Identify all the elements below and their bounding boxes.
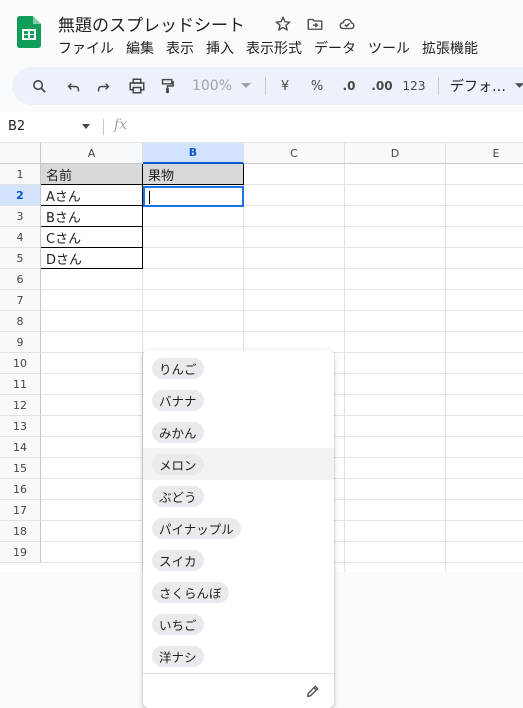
option-chip: スイカ — [152, 550, 204, 571]
row-header-17[interactable]: 17 — [0, 500, 41, 521]
dropdown-option[interactable]: スイカ — [143, 544, 334, 576]
dropdown-option[interactable]: 洋ナシ — [143, 640, 334, 672]
gridline — [41, 310, 523, 311]
text-cursor — [149, 191, 150, 204]
move-folder-icon[interactable] — [304, 13, 326, 35]
row-header-3[interactable]: 3 — [0, 206, 41, 227]
currency-format-button[interactable]: ¥ — [274, 67, 296, 105]
redo-icon[interactable] — [90, 67, 116, 105]
data-validation-dropdown: りんごバナナみかんメロンぶどうパイナップル スイカさくらんぼいちご洋ナシ — [143, 350, 334, 708]
row-header-12[interactable]: 12 — [0, 395, 41, 416]
dropdown-option[interactable]: パイナップル — [143, 512, 334, 544]
cell-a5[interactable]: Dさん — [41, 248, 143, 269]
decrease-decimal-button[interactable]: .0 — [336, 67, 362, 105]
dropdown-option[interactable]: バナナ — [143, 384, 334, 416]
print-icon[interactable] — [124, 67, 150, 105]
gridline — [41, 289, 523, 290]
dropdown-option[interactable]: いちご — [143, 608, 334, 640]
undo-icon[interactable] — [60, 67, 86, 105]
dropdown-option[interactable]: みかん — [143, 416, 334, 448]
cell-a1[interactable]: 名前 — [41, 164, 143, 185]
row-header-2[interactable]: 2 — [0, 185, 41, 206]
option-chip: みかん — [152, 422, 204, 443]
star-icon[interactable] — [272, 13, 294, 35]
menu-edit[interactable]: 編集 — [126, 38, 154, 58]
option-chip: さくらんぼ — [152, 582, 229, 603]
gridline — [344, 164, 345, 572]
menu-insert[interactable]: 挿入 — [206, 38, 234, 58]
column-header-b[interactable]: B — [143, 143, 244, 164]
fx-icon: fx — [114, 117, 128, 133]
menu-format[interactable]: 表示形式 — [246, 38, 302, 58]
percent-format-button[interactable]: % — [306, 67, 328, 105]
toolbar-divider — [265, 77, 266, 95]
row-header-15[interactable]: 15 — [0, 458, 41, 479]
option-chip: ぶどう — [152, 486, 204, 507]
option-chip: バナナ — [152, 390, 204, 411]
toolbar: 100% ¥ % .0 .00 123 デフォ… — [12, 67, 523, 105]
spreadsheet-grid[interactable]: 19 18 17 16 15 14 13 12 11 10 9 8 7 6 5 4 3 2 1 A B C D E 名… — [0, 143, 523, 708]
row-header-13[interactable]: 13 — [0, 416, 41, 437]
menu-file[interactable]: ファイル — [58, 38, 114, 58]
row-header-5[interactable]: 5 — [0, 248, 41, 269]
menu-view[interactable]: 表示 — [166, 38, 194, 58]
title-bar: 無題のスプレッドシート ファイル 編集 表示 挿入 表示形式 データ ツール 拡… — [0, 0, 523, 62]
doc-title[interactable]: 無題のスプレッドシート — [58, 11, 245, 36]
option-chip: メロン — [152, 454, 204, 475]
active-cell-b2[interactable] — [143, 186, 244, 207]
row-header-14[interactable]: 14 — [0, 437, 41, 458]
menu-data[interactable]: データ — [314, 38, 356, 58]
row-header-1[interactable]: 1 — [0, 164, 41, 185]
cloud-status-icon[interactable] — [336, 13, 358, 35]
gridline — [445, 164, 446, 572]
formula-bar-divider — [103, 119, 104, 135]
paint-format-icon[interactable] — [154, 67, 180, 105]
row-header-6[interactable]: 6 — [0, 269, 41, 290]
option-chip: りんご — [152, 358, 204, 379]
zoom-caret-icon[interactable] — [240, 67, 252, 105]
search-menus-icon[interactable] — [26, 67, 52, 105]
cell-a3[interactable]: Bさん — [41, 206, 143, 227]
option-chip: パイナップル — [152, 518, 241, 539]
row-header-18[interactable]: 18 — [0, 521, 41, 542]
menu-tools[interactable]: ツール — [368, 38, 410, 58]
toolbar-divider — [438, 77, 439, 95]
font-caret-icon[interactable] — [514, 67, 523, 105]
number-format-button[interactable]: 123 — [402, 67, 426, 105]
row-header-16[interactable]: 16 — [0, 479, 41, 500]
dropdown-option[interactable]: りんご — [143, 352, 334, 384]
option-chip: 洋ナシ — [152, 646, 204, 667]
dropdown-option[interactable]: ぶどう — [143, 480, 334, 512]
font-select[interactable]: デフォ… — [448, 67, 508, 105]
row-header-11[interactable]: 11 — [0, 374, 41, 395]
menu-extensions[interactable]: 拡張機能 — [422, 38, 478, 58]
row-header-10[interactable]: 10 — [0, 353, 41, 374]
formula-bar: B2 fx — [0, 112, 523, 143]
select-all-corner[interactable] — [0, 143, 41, 164]
column-header-a[interactable]: A — [41, 143, 143, 164]
cell-b1[interactable]: 果物 — [143, 164, 244, 185]
column-header-e[interactable]: E — [446, 143, 523, 164]
row-header-8[interactable]: 8 — [0, 311, 41, 332]
row-header-7[interactable]: 7 — [0, 290, 41, 311]
menu-bar: ファイル 編集 表示 挿入 表示形式 データ ツール 拡張機能 — [58, 38, 490, 58]
column-header-d[interactable]: D — [345, 143, 446, 164]
edit-pencil-icon[interactable] — [305, 683, 321, 699]
dropdown-option[interactable]: メロン — [143, 448, 334, 480]
column-header-c[interactable]: C — [244, 143, 345, 164]
cell-a4[interactable]: Cさん — [41, 227, 143, 248]
dropdown-option[interactable]: さくらんぼ — [143, 576, 334, 608]
name-box-caret-icon[interactable] — [82, 124, 90, 129]
gridline — [41, 331, 523, 332]
option-chip: いちご — [152, 614, 204, 635]
name-box[interactable]: B2 — [8, 119, 25, 134]
sheets-logo-icon[interactable] — [17, 16, 41, 48]
zoom-select[interactable]: 100% — [190, 67, 234, 105]
row-header-19[interactable]: 19 — [0, 542, 41, 563]
row-header-4[interactable]: 4 — [0, 227, 41, 248]
increase-decimal-button[interactable]: .00 — [368, 67, 396, 105]
cell-a2[interactable]: Aさん — [41, 185, 143, 206]
row-header-9[interactable]: 9 — [0, 332, 41, 353]
dropdown-divider — [143, 673, 334, 674]
